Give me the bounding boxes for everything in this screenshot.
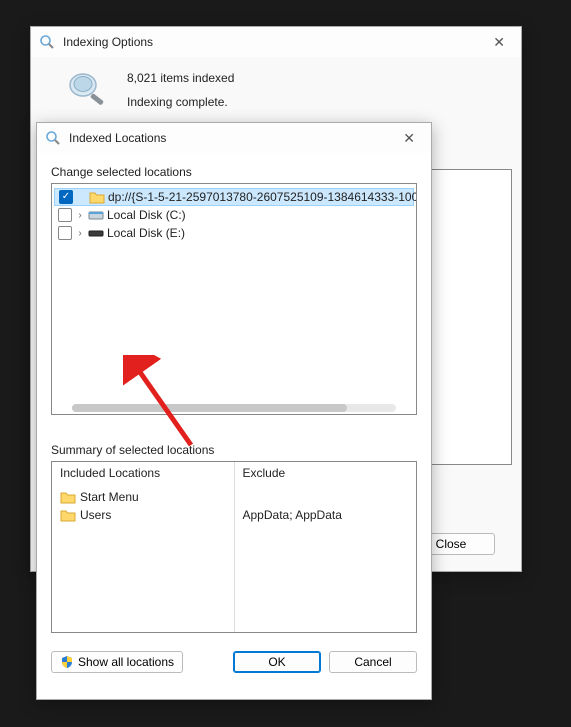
indexed-locations-dialog: Indexed Locations ✕ Change selected loca… — [36, 122, 432, 700]
list-item — [243, 488, 409, 506]
search-icon — [45, 130, 61, 146]
change-locations-label: Change selected locations — [51, 165, 417, 179]
checkbox[interactable] — [58, 226, 72, 240]
list-item[interactable]: Start Menu — [60, 488, 226, 506]
dialog-body: Change selected locations › dp://{S-1-5-… — [37, 153, 431, 639]
titlebar: Indexed Locations ✕ — [37, 123, 431, 153]
included-column: Included Locations Start Menu Users — [52, 462, 235, 632]
exclude-header: Exclude — [243, 466, 409, 480]
tree-row[interactable]: › Local Disk (C:) — [54, 206, 414, 224]
checkbox[interactable] — [59, 190, 73, 204]
show-all-label: Show all locations — [78, 655, 174, 669]
close-icon[interactable]: ✕ — [395, 126, 423, 151]
summary-label: Summary of selected locations — [51, 443, 417, 457]
exclude-column: Exclude AppData; AppData — [235, 462, 417, 632]
folder-icon — [89, 190, 105, 204]
ok-button[interactable]: OK — [233, 651, 321, 673]
expander-icon[interactable]: › — [75, 210, 85, 221]
close-icon[interactable]: ✕ — [485, 30, 513, 55]
shield-icon — [60, 655, 74, 669]
dialog-title: Indexed Locations — [69, 131, 395, 145]
search-icon — [39, 34, 55, 50]
tree-row[interactable]: › Local Disk (E:) — [54, 224, 414, 242]
disk-icon — [88, 226, 104, 240]
expander-icon[interactable]: › — [75, 228, 85, 239]
tree-item-label: Local Disk (C:) — [107, 208, 186, 222]
items-indexed-text: 8,021 items indexed — [127, 71, 503, 85]
folder-icon — [60, 491, 76, 504]
checkbox[interactable] — [58, 208, 72, 222]
list-item[interactable]: Users — [60, 506, 226, 524]
included-header: Included Locations — [60, 466, 226, 480]
scrollbar-thumb[interactable] — [72, 404, 347, 412]
tree-item-label: Local Disk (E:) — [107, 226, 185, 240]
disk-icon — [88, 208, 104, 222]
tree-row[interactable]: › dp://{S-1-5-21-2597013780-2607525109-1… — [54, 188, 414, 206]
list-item: AppData; AppData — [243, 506, 409, 524]
indexing-status-text: Indexing complete. — [127, 95, 503, 109]
parent-body: 8,021 items indexed Indexing complete. — [31, 57, 521, 117]
exclude-value: AppData; AppData — [243, 508, 342, 522]
horizontal-scrollbar[interactable] — [72, 404, 396, 412]
cancel-button[interactable]: Cancel — [329, 651, 417, 673]
summary-box: Included Locations Start Menu Users Excl… — [51, 461, 417, 633]
window-title: Indexing Options — [63, 35, 485, 49]
tree-item-label: dp://{S-1-5-21-2597013780-2607525109-138… — [108, 190, 417, 204]
locations-tree[interactable]: › dp://{S-1-5-21-2597013780-2607525109-1… — [51, 183, 417, 415]
titlebar: Indexing Options ✕ — [31, 27, 521, 57]
included-location-label: Start Menu — [80, 490, 139, 504]
folder-icon — [60, 509, 76, 522]
dialog-button-row: Show all locations OK Cancel — [37, 639, 431, 685]
magnifier-icon — [63, 69, 111, 109]
show-all-locations-button[interactable]: Show all locations — [51, 651, 183, 673]
included-location-label: Users — [80, 508, 111, 522]
